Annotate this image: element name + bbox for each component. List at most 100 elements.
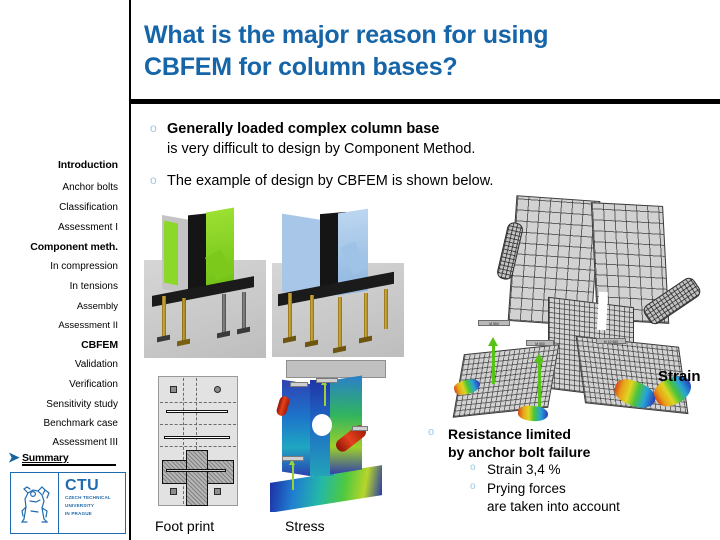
model-anchor-bolt bbox=[162, 296, 166, 338]
sidebar-item-label: Assessment III bbox=[52, 437, 118, 448]
stress-load-arrow bbox=[292, 464, 294, 490]
sidebar-item-label: Validation bbox=[74, 359, 118, 370]
sidebar-item-label: Assembly bbox=[76, 301, 118, 312]
column-base-3d-blue-figure bbox=[272, 205, 404, 357]
footprint-bolt-hole bbox=[170, 488, 177, 495]
model-anchor-bolt bbox=[242, 292, 246, 330]
stress-thumbnail-strip bbox=[286, 360, 386, 378]
sidebar-item-validation[interactable]: Validation bbox=[75, 360, 118, 370]
model-anchor-bolt bbox=[288, 293, 292, 339]
footprint-bolt-hole bbox=[214, 386, 221, 393]
page-title: What is the major reason for using CBFEM… bbox=[144, 20, 704, 84]
summary-underline bbox=[22, 464, 116, 466]
strain-caption: Strain bbox=[658, 368, 701, 385]
footprint-bolt-hole bbox=[170, 386, 177, 393]
sidebar-item-label: Anchor bolts bbox=[62, 182, 118, 193]
sidebar-item-verification[interactable]: Verification bbox=[69, 380, 118, 390]
load-arrow-shaft bbox=[538, 360, 541, 408]
load-tag: M 10 450 bbox=[596, 338, 626, 344]
page-title-line-1: What is the major reason for using bbox=[144, 21, 549, 49]
right-bullet-heading: Resistance limited by anchor bolt failur… bbox=[448, 425, 590, 461]
right-bullet-sub-2: o Prying forces are taken into account bbox=[470, 480, 718, 516]
sidebar-item-assessment-1[interactable]: Assessment I bbox=[58, 223, 118, 233]
model-stiffener-highlight bbox=[164, 220, 178, 286]
sidebar-item-component-meth[interactable]: Component meth. bbox=[30, 242, 118, 253]
footprint-dash-h bbox=[160, 424, 236, 425]
ctu-lion-icon bbox=[11, 473, 59, 533]
sidebar-item-assessment-2[interactable]: Assessment II bbox=[58, 321, 118, 331]
right-bullet-block: o Resistance limited by anchor bolt fail… bbox=[428, 425, 718, 516]
bullet-item-2-text: The example of design by CBFEM is shown … bbox=[167, 173, 494, 189]
ctu-subtitle-line-1: CZECH TECHNICAL bbox=[65, 495, 111, 500]
ctu-lion-svg bbox=[20, 486, 50, 523]
stress-load-tag bbox=[290, 382, 308, 387]
sidebar-navigation: Introduction Anchor bolts Classification… bbox=[0, 0, 130, 540]
bullet-item-1-bold-line: Generally loaded complex column base bbox=[167, 121, 440, 137]
ctu-wordmark: CTU CZECH TECHNICAL UNIVERSITY IN PRAGUE bbox=[59, 473, 125, 533]
stress-caption: Stress bbox=[285, 518, 325, 534]
hollow-circle-bullet-icon: o bbox=[428, 426, 435, 438]
sidebar-item-label: Assessment II bbox=[58, 320, 118, 331]
load-arrow-shaft bbox=[492, 344, 495, 384]
sidebar-item-summary[interactable]: Summary bbox=[22, 452, 69, 464]
right-bullet-heading-line-1: Resistance limited bbox=[448, 426, 571, 442]
sidebar-item-benchmark-case[interactable]: Benchmark case bbox=[44, 419, 118, 429]
bullet-item-1: o Generally loaded complex column base i… bbox=[150, 120, 710, 159]
slide: Introduction Anchor bolts Classification… bbox=[0, 0, 720, 540]
sidebar-item-anchor-bolts[interactable]: Anchor bolts bbox=[62, 183, 118, 193]
sidebar-item-label: Component meth. bbox=[30, 241, 118, 253]
sidebar-item-cbfem[interactable]: CBFEM bbox=[81, 340, 118, 351]
model-anchor-bolt bbox=[222, 294, 226, 334]
footprint-bolt-hole bbox=[214, 488, 221, 495]
stress-figure bbox=[268, 360, 386, 512]
right-bullet-sub-1-text: Strain 3,4 % bbox=[487, 462, 561, 478]
footprint-dash-h bbox=[160, 446, 236, 447]
sidebar-item-sensitivity-study[interactable]: Sensitivity study bbox=[46, 400, 118, 410]
stress-flange-left bbox=[282, 379, 312, 477]
ctu-subtitle-line-3: IN PRAGUE bbox=[65, 510, 92, 516]
footprint-dash-h bbox=[160, 402, 236, 403]
footprint-caption: Foot print bbox=[155, 518, 215, 534]
sidebar-item-label: Assessment I bbox=[57, 222, 118, 233]
page-title-line-2: CBFEM for column bases? bbox=[144, 52, 458, 81]
right-bullet-heading-line-2: by anchor bolt failure bbox=[448, 444, 591, 461]
right-bullet-sub-2-line-2: are taken into account bbox=[487, 498, 620, 514]
footprint-figure bbox=[150, 372, 246, 510]
hollow-circle-bullet-icon: o bbox=[470, 462, 476, 474]
ctu-abbreviation: CTU bbox=[65, 477, 100, 494]
model-anchor-bolt bbox=[310, 295, 314, 343]
footprint-flange-contact bbox=[166, 469, 226, 472]
stress-load-tag bbox=[282, 456, 304, 461]
right-bullet-main: o Resistance limited by anchor bolt fail… bbox=[428, 425, 718, 461]
fem-mesh-figure: M 550 M 500 M 10 450 bbox=[430, 192, 708, 427]
load-tag: M 550 bbox=[478, 320, 510, 326]
stress-web-hole bbox=[312, 414, 332, 436]
stress-load-arrow bbox=[324, 384, 326, 406]
sidebar-item-assembly[interactable]: Assembly bbox=[77, 302, 118, 312]
sidebar-item-label: Sensitivity study bbox=[46, 399, 118, 410]
model-anchor-bolt bbox=[338, 297, 342, 349]
right-bullet-sub-2-text: Prying forces are taken into account bbox=[487, 480, 620, 516]
stress-load-tag bbox=[316, 378, 338, 383]
sidebar-item-introduction[interactable]: Introduction bbox=[58, 160, 118, 171]
bullet-item-2: o The example of design by CBFEM is show… bbox=[150, 172, 710, 192]
sidebar-item-label: Verification bbox=[69, 379, 118, 390]
footprint-flange-bottom bbox=[164, 436, 230, 439]
column-base-3d-green-figure bbox=[144, 200, 266, 358]
stress-load-tag bbox=[352, 426, 368, 431]
load-tag: M 500 bbox=[526, 340, 554, 346]
sidebar-item-classification[interactable]: Classification bbox=[59, 203, 118, 213]
sidebar-item-assessment-3[interactable]: Assessment III bbox=[52, 438, 118, 448]
footprint-contact-area-v bbox=[186, 450, 208, 506]
sidebar-item-in-compression[interactable]: In compression bbox=[50, 262, 118, 272]
sidebar-item-label: CBFEM bbox=[81, 339, 118, 351]
right-bullet-sub-2-line-1: Prying forces bbox=[487, 480, 566, 496]
model-anchor-bolt bbox=[384, 289, 388, 329]
hollow-circle-bullet-icon: o bbox=[470, 480, 476, 492]
footprint-flange-top bbox=[166, 410, 228, 413]
model-anchor-bolt bbox=[182, 298, 186, 342]
title-rule bbox=[130, 99, 720, 104]
sidebar-item-in-tensions[interactable]: In tensions bbox=[70, 282, 118, 292]
sidebar-divider bbox=[129, 0, 131, 540]
bullet-item-1-text: Generally loaded complex column base is … bbox=[167, 120, 475, 159]
